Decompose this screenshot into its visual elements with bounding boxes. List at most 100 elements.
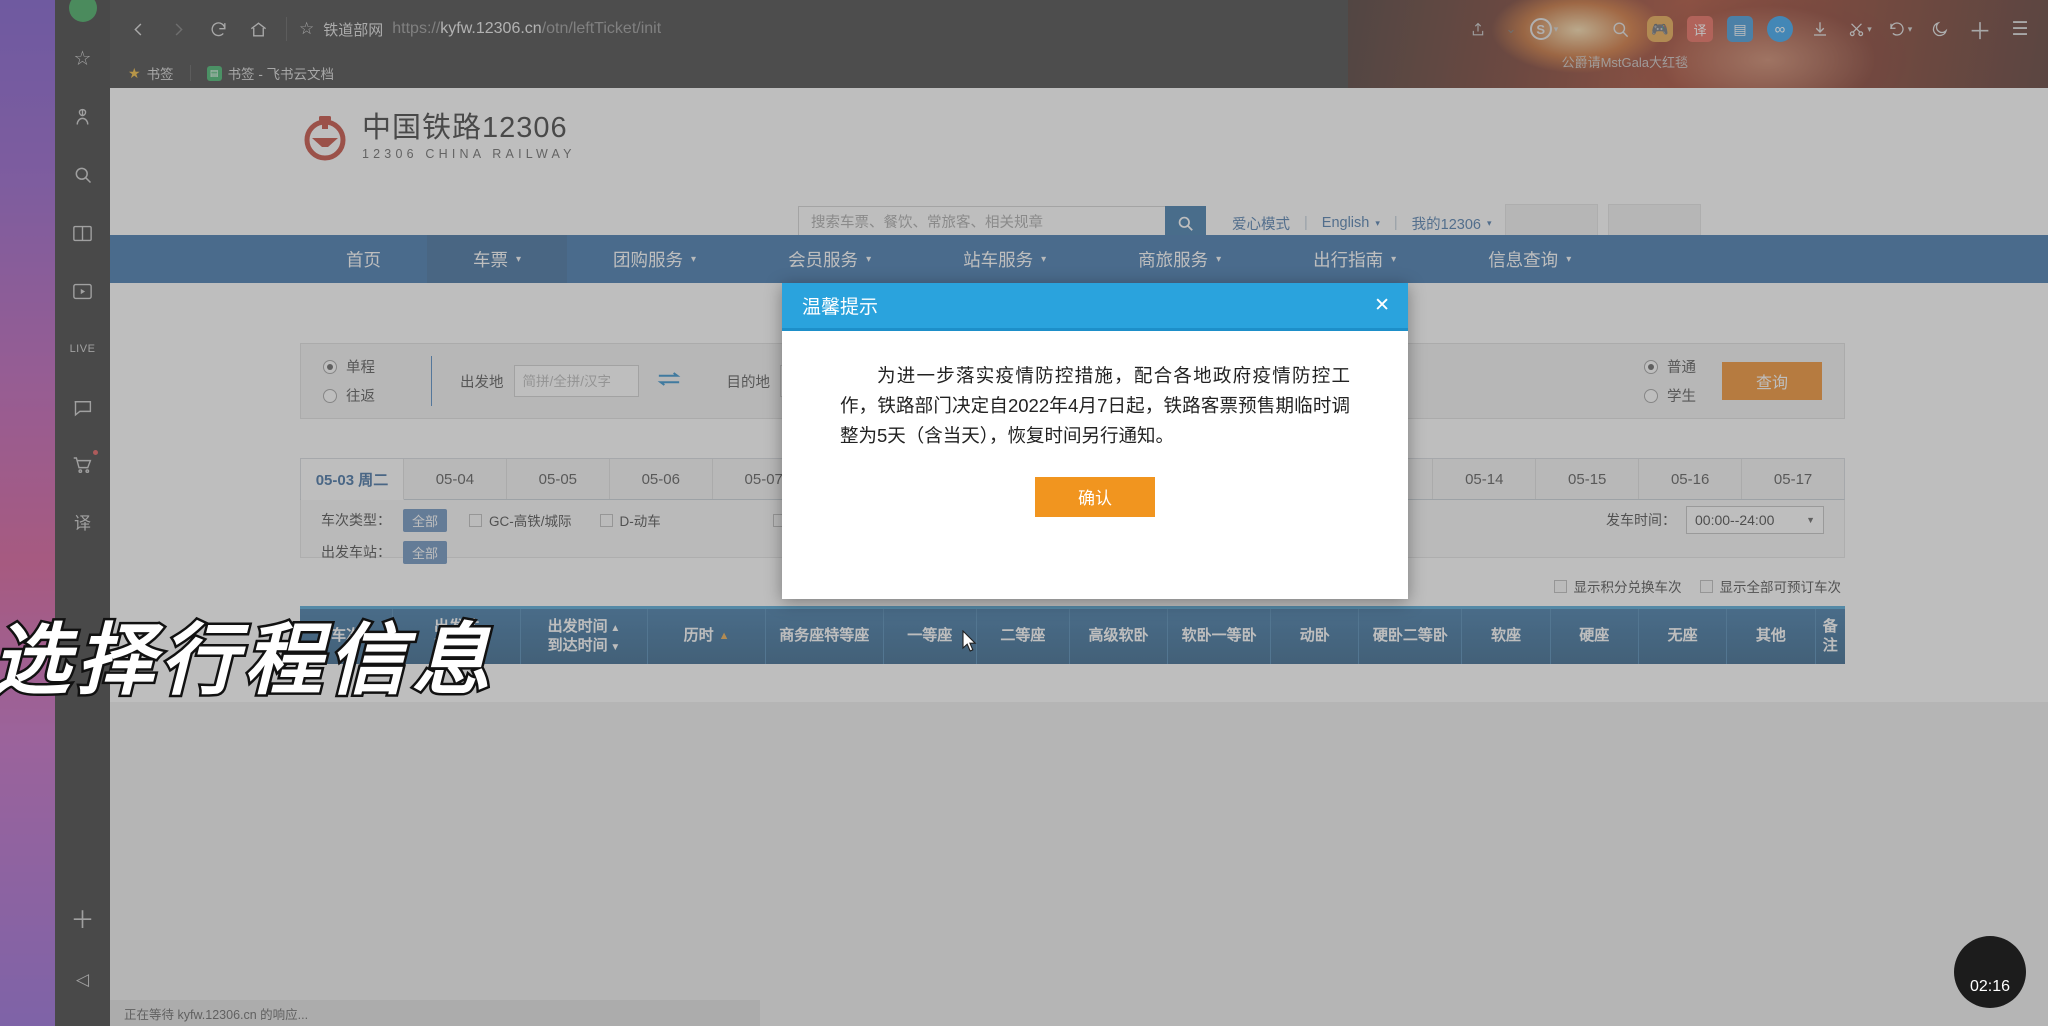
nav-label: 商旅服务 bbox=[1138, 247, 1208, 272]
reader-icon[interactable] bbox=[55, 204, 110, 262]
address-bar[interactable]: ☆ 铁道部网 https://kyfw.12306.cn/otn/leftTic… bbox=[295, 9, 1458, 49]
nav-item-station-service[interactable]: 站车服务 ▾ bbox=[917, 235, 1092, 283]
home-button[interactable] bbox=[238, 9, 278, 49]
login-button[interactable] bbox=[1505, 204, 1598, 238]
cart-icon[interactable] bbox=[55, 436, 110, 494]
bookmark-item-1[interactable]: ▤ 书签 - 飞书云文档 bbox=[201, 61, 341, 85]
date-tab-13[interactable]: 05-16 bbox=[1639, 459, 1742, 499]
radio-normal-passenger[interactable]: 普通 bbox=[1644, 356, 1696, 377]
star-icon: ★ bbox=[128, 65, 141, 82]
modal-body: 为进一步落实疫情防控措施，配合各地政府疫情防控工作，铁路部门决定自2022年4月… bbox=[782, 331, 1408, 517]
radio-round-trip[interactable]: 往返 bbox=[323, 385, 431, 406]
radio-student-passenger[interactable]: 学生 bbox=[1644, 385, 1696, 406]
sidebar-item-avatar[interactable] bbox=[55, 0, 110, 30]
date-tab-3[interactable]: 05-06 bbox=[610, 459, 713, 499]
modal-message: 为进一步落实疫情防控措施，配合各地政府疫情防控工作，铁路部门决定自2022年4月… bbox=[840, 361, 1350, 451]
nav-item-info-query[interactable]: 信息查询 ▾ bbox=[1442, 235, 1617, 283]
translate-icon[interactable]: 译 bbox=[1680, 9, 1720, 49]
link-icon[interactable]: ∞ bbox=[1760, 9, 1800, 49]
scissors-icon[interactable]: ▾ bbox=[1840, 9, 1880, 49]
register-button[interactable] bbox=[1608, 204, 1701, 238]
forward-button[interactable] bbox=[158, 9, 198, 49]
browser-sidebar: ☆ LIVE bbox=[55, 0, 110, 1026]
gallery-icon[interactable]: ▤ bbox=[1720, 9, 1760, 49]
browser-toolbar: ☆ 铁道部网 https://kyfw.12306.cn/otn/leftTic… bbox=[110, 0, 2048, 58]
date-tab-1[interactable]: 05-04 bbox=[404, 459, 507, 499]
bookmark-item-0[interactable]: ★ 书签 bbox=[122, 61, 180, 85]
share-icon[interactable] bbox=[1458, 9, 1498, 49]
search-icon[interactable] bbox=[1600, 9, 1640, 49]
chevron-down-icon: ▾ bbox=[516, 254, 521, 265]
chevron-down-icon[interactable]: ▾ bbox=[1487, 218, 1492, 229]
new-tab-icon[interactable]: ＋ bbox=[1960, 9, 2000, 49]
chat-icon[interactable] bbox=[55, 378, 110, 436]
checkbox-show-points-trains[interactable]: 显示积分兑换车次 bbox=[1554, 576, 1682, 596]
cursor-arrow-icon bbox=[962, 630, 978, 652]
th-business-seat: 商务座特等座 bbox=[766, 609, 884, 664]
checkbox-gc[interactable]: GC-高铁/城际 bbox=[469, 510, 572, 530]
close-icon[interactable]: ✕ bbox=[1374, 294, 1390, 317]
collapse-icon[interactable]: ◁ bbox=[55, 950, 110, 1008]
confirm-button[interactable]: 确认 bbox=[1035, 477, 1155, 517]
th-remark: 备注 bbox=[1816, 609, 1845, 664]
header-link-english[interactable]: English bbox=[1322, 215, 1370, 231]
video-icon[interactable] bbox=[55, 262, 110, 320]
header-link-love-mode[interactable]: 爱心模式 bbox=[1232, 213, 1290, 234]
nav-item-home[interactable]: 首页 bbox=[300, 235, 427, 283]
nav-item-tickets[interactable]: 车票 ▾ bbox=[427, 235, 567, 283]
swap-icon[interactable] bbox=[657, 369, 681, 393]
date-tab-2[interactable]: 05-05 bbox=[507, 459, 610, 499]
moon-icon[interactable] bbox=[1920, 9, 1960, 49]
chevron-down-icon[interactable]: ▾ bbox=[1375, 218, 1380, 229]
menu-icon[interactable]: ☰ bbox=[2000, 9, 2040, 49]
site-logo[interactable]: 中国铁路12306 12306 CHINA RAILWAY bbox=[300, 112, 576, 162]
date-tab-0[interactable]: 05-03 周二 bbox=[301, 459, 404, 500]
favorites-icon[interactable]: ☆ bbox=[55, 30, 110, 88]
th-other: 其他 bbox=[1727, 609, 1815, 664]
translate-icon[interactable]: 译 bbox=[55, 494, 110, 552]
sort-asc-icon[interactable]: ▲ bbox=[719, 630, 730, 644]
sort-desc-icon[interactable]: ▼ bbox=[608, 642, 621, 653]
status-text: 正在等待 kyfw.12306.cn 的响应... bbox=[124, 1004, 308, 1023]
live-icon[interactable]: LIVE bbox=[55, 320, 110, 378]
depart-time-select[interactable]: 00:00--24:00 ▼ bbox=[1686, 506, 1824, 534]
th-times[interactable]: 出发时间 ▲ 到达时间 ▼ bbox=[521, 609, 649, 664]
chevron-down-icon[interactable]: ⌄ bbox=[1498, 9, 1524, 49]
radio-label: 单程 bbox=[346, 356, 375, 377]
reload-button[interactable] bbox=[198, 9, 238, 49]
add-icon[interactable]: ＋ bbox=[55, 892, 110, 950]
extensions-icon[interactable] bbox=[55, 88, 110, 146]
date-tab-14[interactable]: 05-17 bbox=[1742, 459, 1844, 499]
game-icon[interactable]: 🎮 bbox=[1640, 9, 1680, 49]
nav-item-group-service[interactable]: 团购服务 ▾ bbox=[567, 235, 742, 283]
nav-item-business-travel[interactable]: 商旅服务 ▾ bbox=[1092, 235, 1267, 283]
station-all-pill[interactable]: 全部 bbox=[403, 541, 447, 564]
modal-footer: 确认 bbox=[840, 477, 1350, 517]
depart-time-label: 发车时间： bbox=[1606, 510, 1676, 530]
nav-item-member-service[interactable]: 会员服务 ▾ bbox=[742, 235, 917, 283]
date-tab-12[interactable]: 05-15 bbox=[1536, 459, 1639, 499]
checkbox-d[interactable]: D-动车 bbox=[600, 510, 661, 530]
search-icon[interactable] bbox=[55, 146, 110, 204]
nav-item-travel-guide[interactable]: 出行指南 ▾ bbox=[1267, 235, 1442, 283]
desktop-wallpaper-strip bbox=[0, 0, 55, 1026]
date-tab-label: 05-16 bbox=[1671, 471, 1709, 488]
back-button[interactable] bbox=[118, 9, 158, 49]
star-icon[interactable]: ☆ bbox=[299, 19, 314, 39]
recording-clock: 02:16 bbox=[1954, 936, 2026, 1008]
nav-label: 团购服务 bbox=[613, 247, 683, 272]
checkbox-show-all-bookable[interactable]: 显示全部可预订车次 bbox=[1700, 576, 1842, 596]
history-icon[interactable]: ▾ bbox=[1880, 9, 1920, 49]
sogou-icon[interactable]: S ▾ bbox=[1524, 9, 1564, 49]
download-icon[interactable] bbox=[1800, 9, 1840, 49]
th-duration[interactable]: 历时▲ bbox=[648, 609, 766, 664]
sort-asc-icon[interactable]: ▲ bbox=[608, 623, 621, 634]
date-tab-11[interactable]: 05-14 bbox=[1433, 459, 1536, 499]
query-button[interactable]: 查询 bbox=[1722, 362, 1822, 400]
train-type-all-pill[interactable]: 全部 bbox=[403, 509, 447, 532]
video-caption-text: 选择行程信息 bbox=[0, 598, 496, 710]
th-standing: 无座 bbox=[1639, 609, 1727, 664]
from-input[interactable] bbox=[514, 365, 639, 397]
radio-one-way[interactable]: 单程 bbox=[323, 356, 431, 377]
header-link-my12306[interactable]: 我的12306 bbox=[1412, 213, 1481, 234]
